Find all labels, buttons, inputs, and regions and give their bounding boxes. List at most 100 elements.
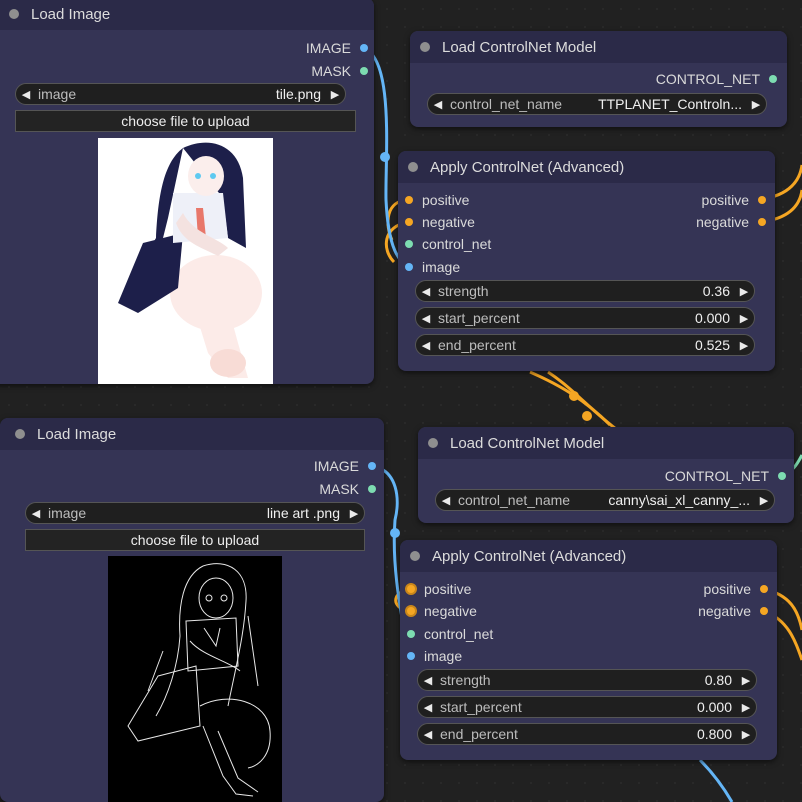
- slot-label: control_net: [424, 626, 494, 642]
- apply-controlnet-node-2[interactable]: Apply ControlNet (Advanced) positive neg…: [400, 540, 777, 760]
- node-header[interactable]: Apply ControlNet (Advanced): [398, 151, 775, 183]
- image-combo-widget[interactable]: ◀ image tile.png ▶: [15, 83, 346, 105]
- right-arrow-icon[interactable]: ▶: [344, 507, 364, 520]
- output-pin-icon[interactable]: [758, 196, 766, 204]
- output-pin-icon[interactable]: [368, 485, 376, 493]
- wire-reroute-dot: [380, 152, 390, 162]
- output-slot-mask[interactable]: MASK: [311, 62, 368, 80]
- input-pin-icon[interactable]: [407, 652, 415, 660]
- input-pin-icon[interactable]: [405, 218, 413, 226]
- right-arrow-icon[interactable]: ▶: [734, 285, 754, 298]
- input-slot-image[interactable]: image: [405, 258, 460, 276]
- load-controlnet-node-1[interactable]: Load ControlNet Model CONTROL_NET ◀ cont…: [410, 31, 787, 127]
- output-slot-image[interactable]: IMAGE: [314, 457, 376, 475]
- output-slot-control-net[interactable]: CONTROL_NET: [656, 70, 777, 88]
- left-arrow-icon[interactable]: ◀: [436, 494, 456, 507]
- start-percent-widget[interactable]: ◀ start_percent 0.000 ▶: [417, 696, 757, 718]
- input-pin-icon[interactable]: [407, 607, 415, 615]
- strength-widget[interactable]: ◀ strength 0.36 ▶: [415, 280, 755, 302]
- right-arrow-icon[interactable]: ▶: [736, 728, 756, 741]
- end-percent-widget[interactable]: ◀ end_percent 0.800 ▶: [417, 723, 757, 745]
- output-pin-icon[interactable]: [760, 585, 768, 593]
- output-pin-icon[interactable]: [769, 75, 777, 83]
- widget-value: line art .png: [266, 505, 340, 521]
- node-header[interactable]: Load ControlNet Model: [410, 31, 787, 63]
- node-header[interactable]: Load Image: [0, 0, 374, 30]
- input-slot-image[interactable]: image: [407, 647, 462, 665]
- node-status-dot-icon: [410, 551, 420, 561]
- start-percent-widget[interactable]: ◀ start_percent 0.000 ▶: [415, 307, 755, 329]
- node-header[interactable]: Load Image: [0, 418, 384, 450]
- input-pin-icon[interactable]: [407, 630, 415, 638]
- apply-controlnet-node-1[interactable]: Apply ControlNet (Advanced) positive neg…: [398, 151, 775, 371]
- left-arrow-icon[interactable]: ◀: [26, 507, 46, 520]
- slot-label: image: [422, 259, 461, 275]
- right-arrow-icon[interactable]: ▶: [746, 98, 766, 111]
- input-pin-icon[interactable]: [405, 196, 413, 204]
- right-arrow-icon[interactable]: ▶: [736, 701, 756, 714]
- right-arrow-icon[interactable]: ▶: [736, 674, 756, 687]
- control-net-name-widget[interactable]: ◀ control_net_name canny\sai_xl_canny_..…: [435, 489, 775, 511]
- left-arrow-icon[interactable]: ◀: [418, 701, 438, 714]
- input-slot-negative[interactable]: negative: [407, 602, 477, 620]
- load-image-node-2[interactable]: Load Image IMAGE MASK ◀ image line art .…: [0, 418, 384, 802]
- input-pin-icon[interactable]: [405, 240, 413, 248]
- right-arrow-icon[interactable]: ▶: [325, 88, 345, 101]
- widget-value: canny\sai_xl_canny_...: [608, 492, 750, 508]
- wire-negative-link: [547, 370, 621, 434]
- output-slot-negative[interactable]: negative: [698, 602, 768, 620]
- input-slot-positive[interactable]: positive: [407, 580, 471, 598]
- left-arrow-icon[interactable]: ◀: [428, 98, 448, 111]
- output-pin-icon[interactable]: [360, 44, 368, 52]
- input-slot-negative[interactable]: negative: [405, 213, 475, 231]
- node-header[interactable]: Apply ControlNet (Advanced): [400, 540, 777, 572]
- input-pin-icon[interactable]: [405, 263, 413, 271]
- left-arrow-icon[interactable]: ◀: [416, 312, 436, 325]
- left-arrow-icon[interactable]: ◀: [16, 88, 36, 101]
- output-pin-icon[interactable]: [760, 607, 768, 615]
- strength-widget[interactable]: ◀ strength 0.80 ▶: [417, 669, 757, 691]
- output-pin-icon[interactable]: [758, 218, 766, 226]
- left-arrow-icon[interactable]: ◀: [418, 674, 438, 687]
- control-net-name-widget[interactable]: ◀ control_net_name TTPLANET_Controln... …: [427, 93, 767, 115]
- slot-label: control_net: [422, 236, 492, 252]
- load-controlnet-node-2[interactable]: Load ControlNet Model CONTROL_NET ◀ cont…: [418, 427, 794, 523]
- input-pin-icon[interactable]: [407, 585, 415, 593]
- widget-label: image: [48, 505, 87, 521]
- output-pin-icon[interactable]: [368, 462, 376, 470]
- input-slot-positive[interactable]: positive: [405, 191, 469, 209]
- slot-label: IMAGE: [313, 458, 359, 474]
- widget-label: control_net_name: [450, 96, 563, 112]
- output-slot-negative[interactable]: negative: [696, 213, 766, 231]
- widget-label: end_percent: [440, 726, 518, 742]
- end-percent-widget[interactable]: ◀ end_percent 0.525 ▶: [415, 334, 755, 356]
- load-image-node-1[interactable]: Load Image IMAGE MASK ◀ image tile.png ▶…: [0, 0, 374, 384]
- node-status-dot-icon: [15, 429, 25, 439]
- node-status-dot-icon: [408, 162, 418, 172]
- node-title: Load Image: [31, 5, 111, 23]
- slot-label: MASK: [319, 481, 359, 497]
- input-slot-control-net[interactable]: control_net: [407, 625, 493, 643]
- output-pin-icon[interactable]: [778, 472, 786, 480]
- right-arrow-icon[interactable]: ▶: [754, 494, 774, 507]
- node-title: Apply ControlNet (Advanced): [430, 158, 625, 176]
- output-slot-positive[interactable]: positive: [702, 191, 766, 209]
- input-slot-control-net[interactable]: control_net: [405, 235, 491, 253]
- upload-button[interactable]: choose file to upload: [15, 110, 356, 132]
- left-arrow-icon[interactable]: ◀: [416, 339, 436, 352]
- right-arrow-icon[interactable]: ▶: [734, 339, 754, 352]
- output-pin-icon[interactable]: [360, 67, 368, 75]
- image-combo-widget[interactable]: ◀ image line art .png ▶: [25, 502, 365, 524]
- widget-label: end_percent: [438, 337, 516, 353]
- output-slot-mask[interactable]: MASK: [319, 480, 376, 498]
- upload-button[interactable]: choose file to upload: [25, 529, 365, 551]
- node-title: Load ControlNet Model: [442, 38, 597, 56]
- output-slot-positive[interactable]: positive: [704, 580, 768, 598]
- wire-image-2-down: [698, 758, 734, 802]
- left-arrow-icon[interactable]: ◀: [418, 728, 438, 741]
- right-arrow-icon[interactable]: ▶: [734, 312, 754, 325]
- output-slot-image[interactable]: IMAGE: [306, 39, 368, 57]
- left-arrow-icon[interactable]: ◀: [416, 285, 436, 298]
- node-header[interactable]: Load ControlNet Model: [418, 427, 794, 459]
- output-slot-control-net[interactable]: CONTROL_NET: [665, 467, 786, 485]
